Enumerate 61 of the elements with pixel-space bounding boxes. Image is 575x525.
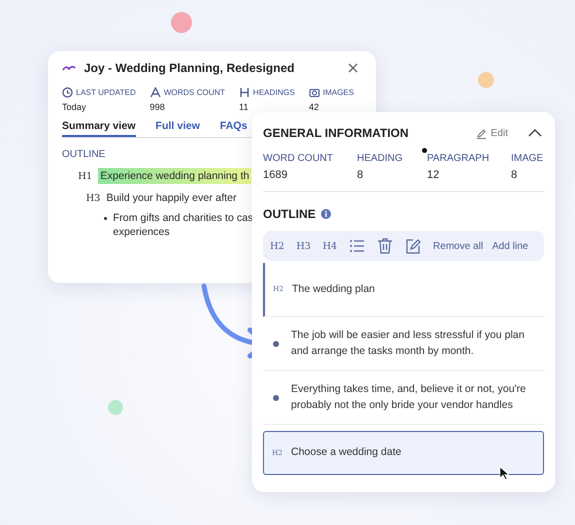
section-heading: OUTLINE (62, 149, 106, 160)
stat-label: PARAGRAPH (427, 153, 490, 164)
outline-item[interactable]: Everything takes time, and, believe it or not, you're probably not the only bride your vendor handles (263, 371, 544, 425)
stat-label: LAST UPDATED (76, 88, 136, 97)
outline-text: Experience wedding planning th (98, 168, 252, 184)
stat-label: WORD COUNT (263, 153, 334, 164)
trash-icon[interactable] (377, 238, 394, 254)
stat-value: 12 (427, 169, 440, 181)
heading-icon (239, 87, 250, 98)
letter-icon (150, 87, 161, 98)
toolbar-link[interactable]: Remove all (433, 240, 484, 252)
logo-icon (62, 64, 76, 72)
stat-value: 11 (239, 102, 250, 112)
edit-icon[interactable] (405, 238, 422, 254)
stat-label: WORDS COUNT (164, 88, 226, 97)
stat-label: HEADINGS (253, 88, 295, 97)
heading-level: H3 (86, 192, 100, 204)
stat-value: 42 (308, 102, 320, 112)
heading-button[interactable]: H3 (296, 240, 311, 252)
toolbar-link[interactable]: Add line (492, 240, 528, 252)
heading-level: H1 (78, 170, 92, 182)
section-heading: GENERAL INFORMATION (263, 126, 409, 140)
stat-label: HEADING (357, 153, 404, 164)
chevron-up-icon[interactable] (528, 129, 542, 137)
list-icon[interactable] (349, 238, 366, 254)
stat-label: IMAGES (322, 88, 354, 97)
pencil-icon (476, 128, 487, 138)
circle-decoration (171, 12, 192, 33)
tab[interactable]: Summary view (62, 116, 136, 137)
circle-decoration (478, 72, 494, 88)
outline-text: Build your happily ever after (106, 192, 236, 204)
bullet-icon (104, 216, 107, 220)
bullet-icon (273, 340, 279, 346)
tab[interactable]: Full view (156, 116, 200, 137)
stat-value: 1689 (263, 169, 288, 181)
heading-button[interactable]: H2 (270, 240, 284, 252)
outline-text: The job will be easier and less stressful if you plan and arrange the tasks month by month. (291, 328, 526, 358)
edit-button[interactable]: Edit (476, 128, 508, 138)
window-title: Joy - Wedding Planning, Redesigned (84, 61, 294, 75)
outline-text: Choose a wedding date (291, 445, 402, 460)
bullet-icon (273, 394, 279, 400)
outline-item[interactable]: The job will be easier and less stressful if you plan and arrange the tasks month by month. (263, 317, 544, 371)
cursor-icon (499, 466, 509, 480)
outline-text: The wedding plan (292, 282, 375, 297)
circle-decoration (108, 400, 123, 415)
stat-label: IMAGE (511, 153, 544, 164)
outline-text: experiences (113, 226, 170, 238)
info-icon (320, 209, 331, 219)
outline-text: From gifts and charities to cas (113, 212, 254, 224)
close-icon (348, 63, 358, 73)
heading-button[interactable]: H4 (322, 240, 338, 252)
stat-value: 8 (357, 169, 364, 181)
stat-value: Today (62, 102, 88, 112)
tab[interactable]: FAQs (220, 116, 248, 137)
stat-value: 998 (150, 102, 166, 112)
clock-icon (62, 87, 73, 98)
stat-value: 8 (511, 169, 518, 181)
section-heading: OUTLINE (263, 207, 316, 221)
outline-text: Everything takes time, and, believe it or not, you're probably not the only bride your vendor handles (291, 382, 527, 412)
dot-decoration (422, 148, 427, 153)
camera-icon (308, 87, 320, 98)
